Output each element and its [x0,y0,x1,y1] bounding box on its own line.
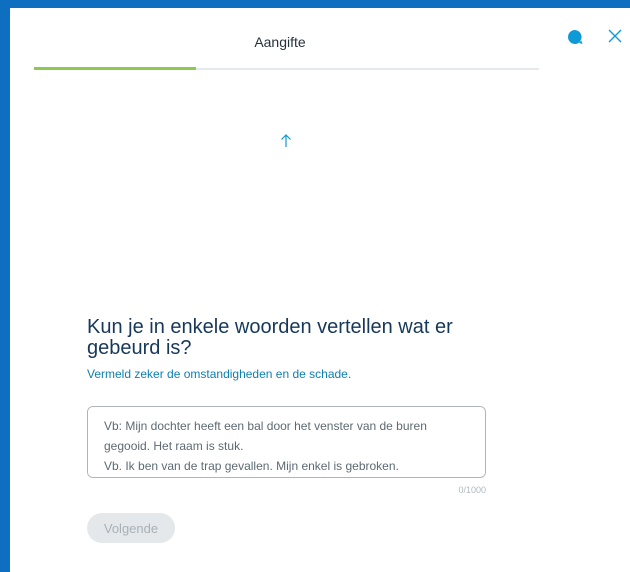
chat-bubble-icon[interactable] [566,28,584,46]
close-icon[interactable] [605,26,625,46]
question-hint: Vermeld zeker de omstandigheden en de sc… [87,367,352,381]
dialog-panel: Aangifte Kun je in enkele woorden vertel… [10,8,630,572]
progress-bar-fill [34,67,196,70]
question-title: Kun je in enkele woorden vertellen wat e… [87,316,453,359]
description-textarea[interactable] [87,406,486,478]
page-title: Aangifte [254,34,306,50]
next-button[interactable]: Volgende [87,513,175,543]
progress-bar [34,67,539,70]
arrow-up-icon[interactable] [278,132,294,150]
character-counter: 0/1000 [458,485,486,495]
